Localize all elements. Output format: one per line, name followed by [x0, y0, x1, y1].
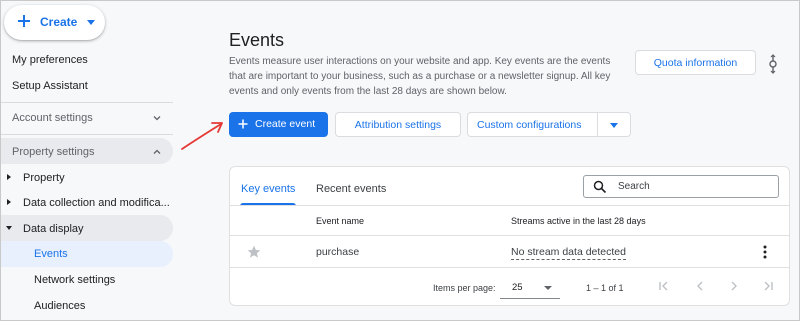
first-page-icon[interactable] — [658, 280, 670, 292]
create-event-button[interactable]: Create event — [229, 112, 328, 137]
custom-configurations-button[interactable]: Custom configurations — [467, 112, 631, 137]
create-event-label: Create event — [255, 118, 316, 130]
search-field[interactable] — [583, 175, 779, 198]
next-page-icon[interactable] — [728, 280, 740, 292]
column-header-streams: Streams active in the last 28 days — [511, 216, 646, 226]
sidebar-item-property-settings[interactable]: Property settings — [12, 146, 95, 158]
sidebar-item-account-settings[interactable]: Account settings — [12, 112, 93, 124]
header-divider — [230, 235, 789, 236]
last-page-icon[interactable] — [762, 280, 774, 292]
sidebar-item-data-display[interactable]: Data display — [23, 223, 84, 235]
sidebar-item-events[interactable]: Events — [34, 248, 68, 260]
search-input[interactable] — [618, 179, 768, 194]
sidebar-item-audiences[interactable]: Audiences — [34, 300, 85, 312]
row-divider — [230, 267, 789, 268]
sidebar-divider — [1, 102, 173, 103]
chevron-down-icon — [544, 286, 552, 290]
items-per-page-label: Items per page: — [433, 283, 496, 293]
pager-range: 1 – 1 of 1 — [586, 283, 624, 293]
streams-cell[interactable]: No stream data detected — [511, 246, 626, 260]
tabs-divider — [230, 205, 789, 206]
sidebar-item-property[interactable]: Property — [23, 172, 65, 184]
sidebar-divider — [1, 134, 173, 135]
column-header-event-name: Event name — [316, 216, 365, 226]
search-icon — [593, 180, 607, 194]
prev-page-icon[interactable] — [694, 280, 706, 292]
app-frame: Create My preferences Setup Assistant Ac… — [0, 0, 800, 321]
custom-configurations-label: Custom configurations — [477, 119, 582, 131]
create-button-label: Create — [40, 15, 78, 29]
plus-icon — [18, 15, 30, 27]
quota-information-label: Quota information — [653, 56, 738, 69]
sidebar-active-bg — [1, 241, 173, 267]
page-title: Events — [229, 30, 285, 50]
sidebar: Create My preferences Setup Assistant Ac… — [1, 1, 179, 320]
quota-information-button[interactable]: Quota information — [635, 50, 756, 75]
chevron-up-icon — [153, 149, 161, 154]
page-description: Events measure user interactions on your… — [229, 56, 611, 97]
chevron-down-icon — [153, 116, 161, 121]
more-vert-icon[interactable] — [763, 245, 767, 259]
attribution-settings-button[interactable]: Attribution settings — [335, 112, 461, 137]
items-per-page-select[interactable]: 25 — [500, 275, 560, 299]
star-icon[interactable] — [247, 245, 261, 259]
tab-recent-events[interactable]: Recent events — [316, 183, 386, 195]
events-card: Key events Recent events Event name Stre… — [229, 166, 790, 306]
tab-key-events[interactable]: Key events — [241, 183, 295, 195]
plus-icon — [238, 119, 248, 129]
expand-arrow-icon[interactable] — [7, 199, 11, 205]
more-vert-icon[interactable] — [768, 53, 778, 75]
collapse-arrow-icon[interactable] — [6, 226, 12, 230]
sidebar-item-my-preferences[interactable]: My preferences — [12, 54, 88, 66]
event-name-cell[interactable]: purchase — [316, 246, 359, 258]
create-button[interactable]: Create — [4, 5, 105, 40]
custom-configurations-dropdown-icon[interactable] — [610, 123, 618, 128]
sidebar-item-network-settings[interactable]: Network settings — [34, 274, 115, 286]
annotation-arrow-icon — [181, 122, 223, 150]
sidebar-item-setup-assistant[interactable]: Setup Assistant — [12, 80, 88, 92]
expand-arrow-icon[interactable] — [7, 174, 11, 180]
button-divider — [597, 113, 598, 136]
attribution-settings-label: Attribution settings — [354, 118, 442, 131]
sidebar-item-data-collection[interactable]: Data collection and modifica... — [23, 197, 170, 209]
items-per-page-value: 25 — [512, 282, 523, 293]
caret-down-icon — [87, 20, 95, 25]
